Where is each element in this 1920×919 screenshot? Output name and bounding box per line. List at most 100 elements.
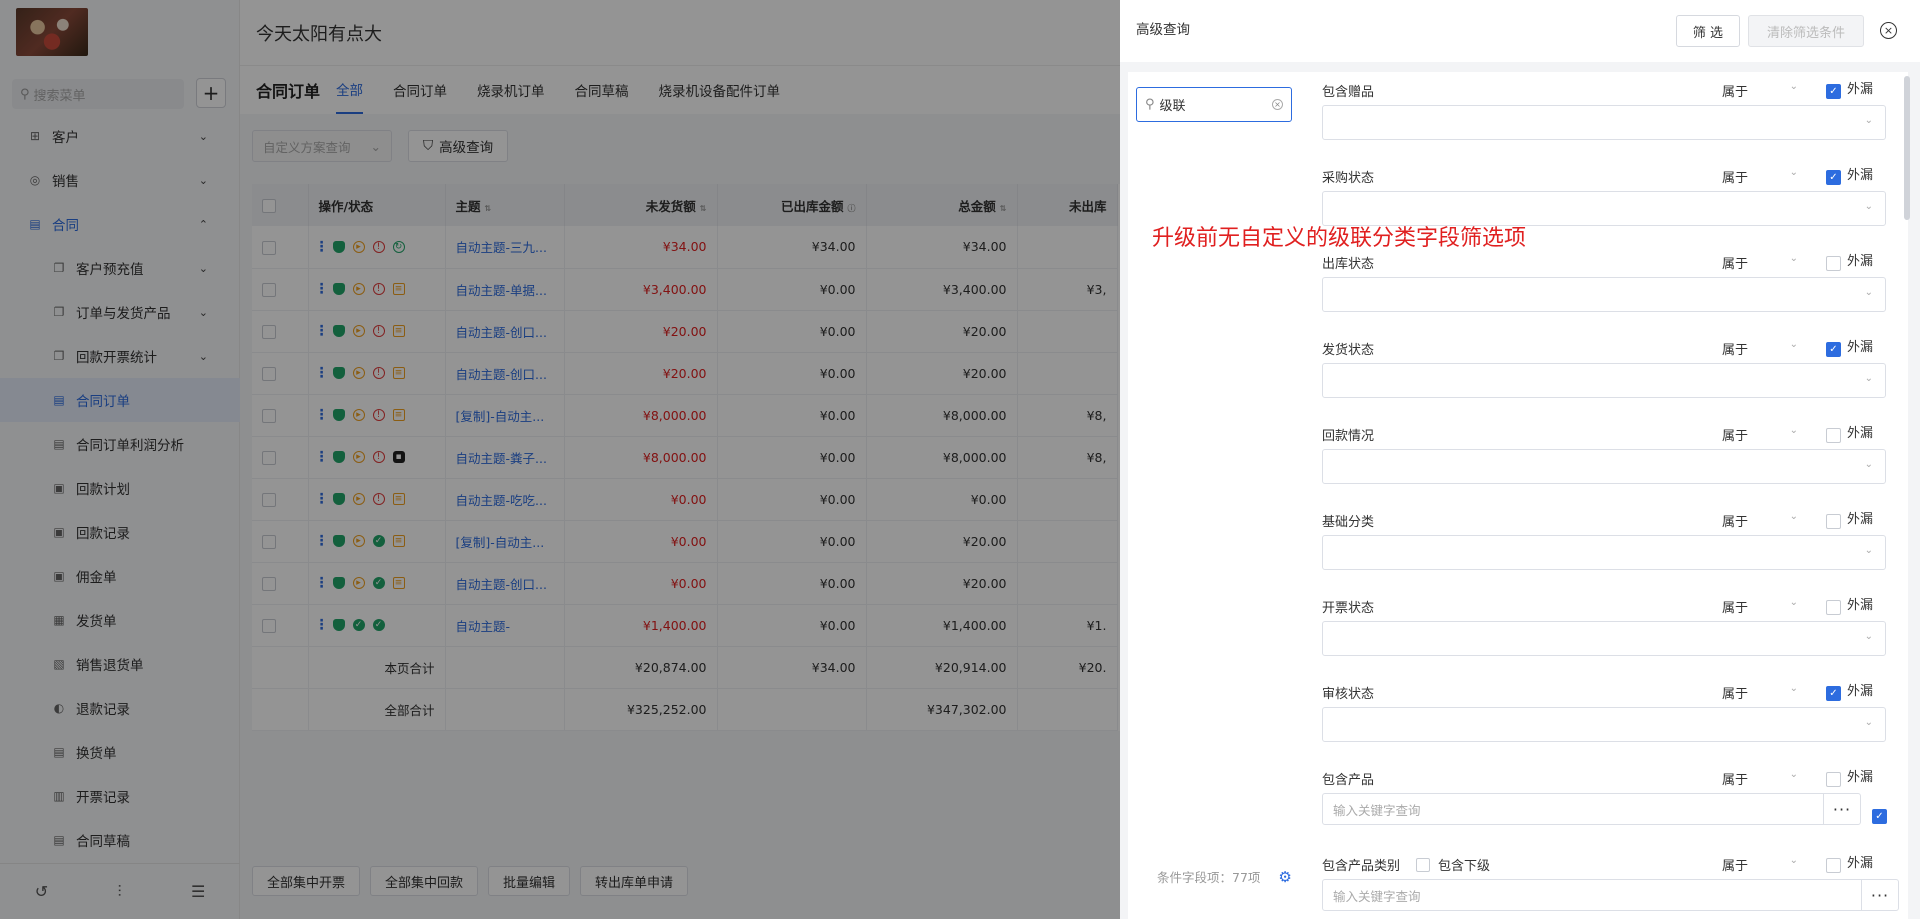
operator-select[interactable]: 属于 ⌄ (1722, 597, 1798, 616)
exclude-checkbox[interactable]: ✓ (1826, 342, 1841, 357)
operator-select[interactable]: 属于 ⌄ (1722, 339, 1798, 358)
exclude-label: 外漏 (1847, 82, 1874, 97)
operator-select[interactable]: 属于 ⌄ (1722, 683, 1798, 702)
drawer-body: ⚲ 级联 × 条件字段项：77项 ⚙ 包含赠品 属于 ⌄ ✓ 外漏 ⌄ 采购状态 属于 ⌄ ✓ 外漏… (1128, 72, 1908, 919)
filter-field-name: 包含产品 (1322, 773, 1375, 788)
exclude-toggle: ✓ 外漏 (1826, 162, 1873, 185)
filter-value-select[interactable]: ⌄ (1322, 707, 1886, 742)
exclude-label: 外漏 (1847, 856, 1874, 871)
exclude-toggle: 外漏 (1826, 420, 1873, 443)
operator-select[interactable]: 属于 ⌄ (1722, 81, 1798, 100)
operator-select[interactable]: 属于 ⌄ (1722, 167, 1798, 186)
filter-field-name: 包含赠品 (1322, 85, 1375, 100)
operator-value: 属于 (1722, 601, 1749, 616)
chevron-down-icon: ⌄ (1864, 717, 1873, 728)
drawer-scrollbar[interactable] (1904, 76, 1910, 220)
operator-value: 属于 (1722, 859, 1749, 874)
exclude-checkbox[interactable]: ✓ (1826, 170, 1841, 185)
operator-value: 属于 (1722, 343, 1749, 358)
more-options-button[interactable]: ··· (1823, 793, 1861, 825)
filter-value-select[interactable]: ⌄ (1322, 535, 1886, 570)
chevron-down-icon: ⌄ (1789, 339, 1798, 350)
filter-field-label: 审核状态 (1322, 683, 1374, 702)
filter-value-select[interactable]: ⌄ (1322, 105, 1886, 140)
filter-field-row: 包含赠品 属于 ⌄ ✓ 外漏 ⌄ (1322, 72, 1894, 158)
operator-select[interactable]: 属于 ⌄ (1722, 511, 1798, 530)
filter-field-row: 基础分类 属于 ⌄ 外漏 ⌄ (1322, 502, 1894, 588)
filter-field-name: 审核状态 (1322, 687, 1375, 702)
filter-field-label: 采购状态 (1322, 167, 1374, 186)
keyword-input[interactable]: 输入关键字查询 (1322, 879, 1862, 911)
search-icon: ⚲ (1145, 97, 1155, 112)
filter-field-row: 开票状态 属于 ⌄ 外漏 ⌄ (1322, 588, 1894, 674)
filter-field-name: 开票状态 (1322, 601, 1375, 616)
exclude-label: 外漏 (1847, 598, 1874, 613)
chevron-down-icon: ⌄ (1864, 545, 1873, 556)
exclude-checkbox[interactable]: ✓ (1826, 84, 1841, 99)
filter-field-row: 发货状态 属于 ⌄ ✓ 外漏 ⌄ (1322, 330, 1894, 416)
exclude-checkbox[interactable]: ✓ (1826, 686, 1841, 701)
operator-value: 属于 (1722, 85, 1749, 100)
exclude-label: 外漏 (1847, 770, 1874, 785)
chevron-down-icon: ⌄ (1789, 855, 1798, 866)
exclude-label: 外漏 (1847, 684, 1874, 699)
exclude-label: 外漏 (1847, 512, 1874, 527)
exclude-checkbox[interactable] (1826, 772, 1841, 787)
field-count-label: 条件字段项：77项 (1157, 870, 1261, 885)
include-children-checkbox[interactable] (1416, 857, 1431, 872)
modal-overlay[interactable] (0, 0, 1120, 919)
close-icon[interactable]: × (1880, 22, 1897, 39)
exclude-toggle: 外漏 (1826, 850, 1873, 873)
chevron-down-icon: ⌄ (1864, 373, 1873, 384)
chevron-down-icon: ⌄ (1864, 201, 1873, 212)
exclude-checkbox[interactable] (1826, 514, 1841, 529)
exclude-toggle: 外漏 (1826, 764, 1873, 787)
operator-select[interactable]: 属于 ⌄ (1722, 855, 1798, 874)
exclude-label: 外漏 (1847, 426, 1874, 441)
apply-filter-button[interactable]: 筛 选 (1676, 15, 1740, 47)
operator-select[interactable]: 属于 ⌄ (1722, 425, 1798, 444)
keyword-input[interactable]: 输入关键字查询 (1322, 793, 1824, 825)
include-checkbox[interactable]: ✓ (1872, 809, 1887, 824)
filter-value-select[interactable]: ⌄ (1322, 449, 1886, 484)
operator-value: 属于 (1722, 429, 1749, 444)
operator-value: 属于 (1722, 515, 1749, 530)
field-search-value: 级联 (1159, 99, 1186, 114)
clear-filters-button[interactable]: 清除筛选条件 (1748, 15, 1864, 47)
chevron-down-icon: ⌄ (1789, 425, 1798, 436)
field-count: 条件字段项：77项 ⚙ (1157, 867, 1292, 886)
more-options-button[interactable]: ··· (1861, 879, 1899, 911)
operator-select[interactable]: 属于 ⌄ (1722, 253, 1798, 272)
filter-field-row: 审核状态 属于 ⌄ ✓ 外漏 ⌄ (1322, 674, 1894, 760)
filter-value-select[interactable]: ⌄ (1322, 621, 1886, 656)
chevron-down-icon: ⌄ (1789, 597, 1798, 608)
operator-value: 属于 (1722, 171, 1749, 186)
filter-field-label: 发货状态 (1322, 339, 1374, 358)
exclude-toggle: 外漏 (1826, 592, 1873, 615)
filter-field-row: 包含产品类别 包含下级 属于 ⌄ 外漏 输入关键字查询 ··· (1322, 846, 1899, 919)
annotation-text: 升级前无自定义的级联分类字段筛选项 (1152, 226, 1527, 251)
filter-value-select[interactable]: ⌄ (1322, 363, 1886, 398)
exclude-checkbox[interactable] (1826, 600, 1841, 615)
clear-search-icon[interactable]: × (1272, 99, 1283, 110)
filter-field-label: 出库状态 (1322, 253, 1374, 272)
drawer-title: 高级查询 (1136, 22, 1190, 38)
filter-field-row: 出库状态 属于 ⌄ 外漏 ⌄ (1322, 244, 1894, 330)
filter-field-name: 发货状态 (1322, 343, 1375, 358)
chevron-down-icon: ⌄ (1864, 631, 1873, 642)
operator-select[interactable]: 属于 ⌄ (1722, 769, 1798, 788)
filter-field-label: 基础分类 (1322, 511, 1374, 530)
filter-field-label: 回款情况 (1322, 425, 1374, 444)
field-search-input[interactable]: ⚲ 级联 × (1136, 87, 1292, 122)
exclude-checkbox[interactable] (1826, 428, 1841, 443)
field-settings-icon[interactable]: ⚙ (1278, 868, 1291, 886)
exclude-checkbox[interactable] (1826, 256, 1841, 271)
chevron-down-icon: ⌄ (1789, 511, 1798, 522)
filter-field-name: 出库状态 (1322, 257, 1375, 272)
include-children-label: 包含下级 (1438, 859, 1491, 874)
filter-value-select[interactable]: ⌄ (1322, 277, 1886, 312)
exclude-checkbox[interactable] (1826, 858, 1841, 873)
filter-field-name: 回款情况 (1322, 429, 1375, 444)
chevron-down-icon: ⌄ (1789, 253, 1798, 264)
exclude-label: 外漏 (1847, 254, 1874, 269)
